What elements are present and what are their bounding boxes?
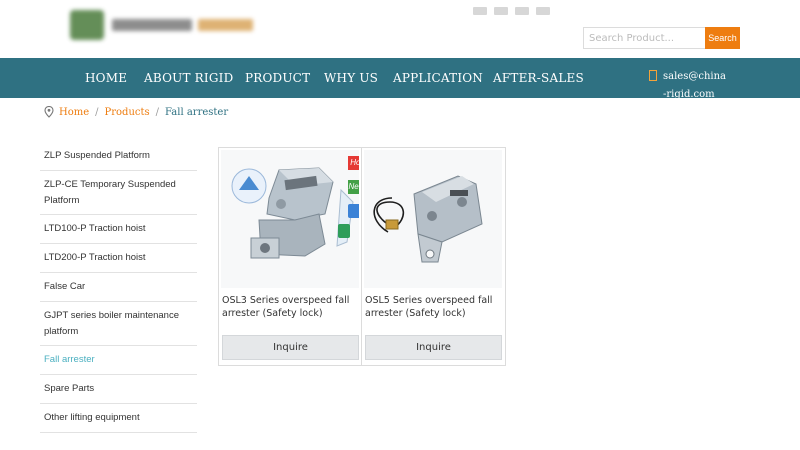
- search-bar: Search: [583, 27, 740, 49]
- inquire-button[interactable]: Inquire: [222, 335, 359, 360]
- search-button[interactable]: Search: [705, 27, 740, 49]
- product-name[interactable]: OSL3 Series overspeed fall arrester (Saf…: [222, 294, 360, 320]
- main-nav: HOME ABOUT RIGID PRODUCT WHY US APPLICAT…: [0, 58, 800, 100]
- nav-item-about[interactable]: ABOUT RIGID: [144, 71, 233, 85]
- nav-item-application[interactable]: APPLICATION: [393, 71, 483, 85]
- product-image[interactable]: Hot New: [221, 150, 359, 288]
- location-pin-icon: [44, 106, 54, 118]
- product-name[interactable]: OSL5 Series overspeed fall arrester (Saf…: [365, 294, 503, 320]
- logo-text: [112, 19, 192, 31]
- language-flag[interactable]: [473, 7, 487, 15]
- site-logo[interactable]: [70, 8, 265, 42]
- breadcrumb-home[interactable]: Home: [59, 107, 89, 118]
- email-address[interactable]: sales@china-rigid.com: [663, 68, 729, 104]
- fall-arrester-image: [221, 150, 359, 288]
- product-card: Hot New OSL3 Series overspeed fall arres…: [219, 148, 362, 365]
- nav-item-after-sales[interactable]: AFTER-SALES: [493, 71, 584, 85]
- breadcrumb-current: Fall arrester: [165, 106, 229, 118]
- fall-arrester-image: [364, 150, 502, 288]
- breadcrumb-separator: /: [155, 106, 160, 118]
- logo-subtext: [198, 19, 253, 31]
- email-contact[interactable]: sales@china-rigid.com: [649, 68, 729, 104]
- language-flag[interactable]: [494, 7, 508, 15]
- sidebar-item-ltd100-traction-hoist[interactable]: LTD100-P Traction hoist: [40, 215, 197, 244]
- breadcrumb-products[interactable]: Products: [105, 107, 150, 118]
- nav-item-why-us[interactable]: WHY US: [324, 71, 378, 85]
- category-sidebar: ZLP Suspended Platform ZLP-CE Temporary …: [40, 142, 197, 433]
- language-flag[interactable]: [536, 7, 550, 15]
- nav-item-home[interactable]: HOME: [85, 71, 127, 85]
- phone-icon: [649, 70, 657, 81]
- language-flag[interactable]: [515, 7, 529, 15]
- sidebar-item-spare-parts[interactable]: Spare Parts: [40, 375, 197, 404]
- new-badge: New: [348, 180, 359, 194]
- product-card: OSL5 Series overspeed fall arrester (Saf…: [362, 148, 505, 365]
- product-grid: Hot New OSL3 Series overspeed fall arres…: [218, 147, 506, 366]
- sidebar-item-gjpt-platform[interactable]: GJPT series boiler maintenance platform: [40, 302, 197, 346]
- product-image[interactable]: [364, 150, 502, 288]
- logo-mark: [70, 10, 104, 40]
- sidebar-item-fall-arrester[interactable]: Fall arrester: [40, 346, 197, 375]
- breadcrumb: Home / Products / Fall arrester: [44, 106, 228, 118]
- nav-item-product[interactable]: PRODUCT: [245, 71, 310, 85]
- sidebar-item-zlp-ce-platform[interactable]: ZLP-CE Temporary Suspended Platform: [40, 171, 197, 215]
- search-input[interactable]: [583, 27, 705, 49]
- sidebar-item-zlp-suspended-platform[interactable]: ZLP Suspended Platform: [40, 142, 197, 171]
- inquire-button[interactable]: Inquire: [365, 335, 502, 360]
- breadcrumb-separator: /: [95, 106, 99, 118]
- sidebar-item-ltd200-traction-hoist[interactable]: LTD200-P Traction hoist: [40, 244, 197, 273]
- sidebar-item-false-car[interactable]: False Car: [40, 273, 197, 302]
- hot-badge: Hot: [348, 156, 359, 170]
- language-switcher: [473, 7, 550, 15]
- sidebar-item-other-lifting-equipment[interactable]: Other lifting equipment: [40, 404, 197, 433]
- thumbs-up-icon: [348, 204, 359, 218]
